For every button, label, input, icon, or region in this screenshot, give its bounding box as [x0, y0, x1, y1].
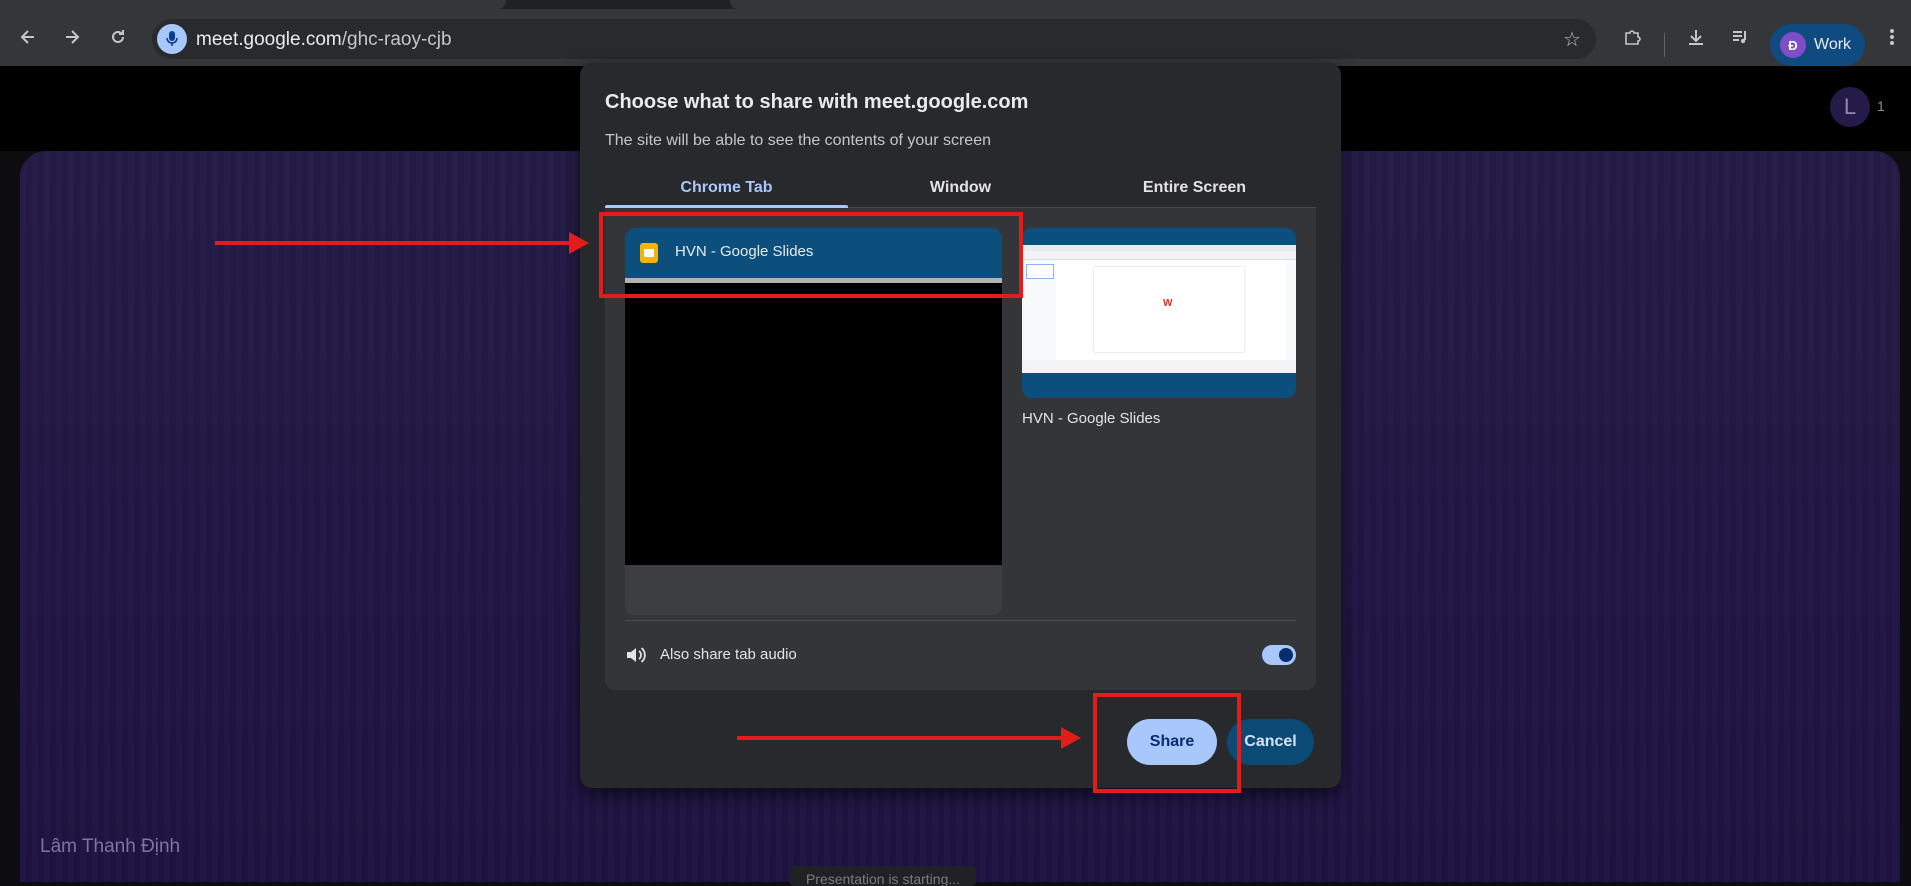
share-audio-label: Also share tab audio	[660, 646, 797, 663]
annotation-highlight-tab	[599, 212, 1023, 298]
preview-logo-icon: W	[1163, 298, 1173, 309]
media-control-icon[interactable]	[1722, 19, 1758, 55]
browser-tab[interactable]	[0, 0, 506, 9]
tab-tile[interactable]: W	[1022, 228, 1296, 398]
url-path: /ghc-raoy-cjb	[341, 29, 452, 50]
microphone-icon[interactable]	[157, 24, 187, 54]
status-toast: Presentation is starting...	[790, 866, 976, 886]
preview-footer	[1022, 360, 1296, 373]
bookmark-star-icon[interactable]: ☆	[1558, 25, 1586, 53]
profile-label: Work	[1814, 36, 1852, 53]
annotation-highlight-share	[1093, 693, 1241, 793]
self-name-label: Lâm Thanh Định	[40, 836, 181, 857]
browser-toolbar: meet.google.com/ghc-raoy-cjb ☆ Đ Work	[0, 9, 1911, 66]
url-text: meet.google.com/ghc-raoy-cjb	[196, 29, 452, 51]
more-vert-icon[interactable]	[1874, 19, 1910, 55]
url-host: meet.google.com	[196, 29, 342, 50]
share-audio-toggle[interactable]	[1262, 645, 1296, 665]
back-arrow-icon[interactable]	[10, 19, 46, 55]
preview-toolbar	[1022, 251, 1296, 260]
address-bar[interactable]: meet.google.com/ghc-raoy-cjb ☆	[152, 19, 1596, 59]
speaker-icon	[625, 644, 647, 666]
panel-divider	[625, 620, 1296, 621]
annotation-arrow-tab	[215, 232, 589, 254]
share-source-tabs: Chrome Tab Window Entire Screen	[605, 169, 1316, 208]
tab-window[interactable]: Window	[839, 169, 1082, 207]
reload-icon[interactable]	[100, 19, 136, 55]
share-screen-dialog: Choose what to share with meet.google.co…	[580, 63, 1341, 788]
browser-tab[interactable]	[730, 0, 1911, 9]
participant-count: 1	[1877, 98, 1885, 114]
tab-chrome-tab[interactable]: Chrome Tab	[605, 169, 848, 207]
dialog-title: Choose what to share with meet.google.co…	[605, 91, 1029, 113]
tab-entire-screen[interactable]: Entire Screen	[1073, 169, 1316, 207]
extensions-icon[interactable]	[1614, 19, 1650, 55]
preview-slide-thumb	[1026, 264, 1054, 279]
participant-avatar[interactable]: L	[1830, 87, 1870, 127]
tab-preview-thumbnail	[625, 283, 1002, 565]
download-icon[interactable]	[1678, 19, 1714, 55]
annotation-arrow-share	[737, 727, 1081, 749]
tab-strip	[0, 0, 1911, 9]
profile-avatar: Đ	[1780, 32, 1806, 58]
profile-button[interactable]: Đ Work	[1770, 24, 1865, 66]
tab-preview-thumbnail: W	[1022, 245, 1296, 373]
preview-side-panel	[1286, 260, 1296, 360]
dialog-subtitle: The site will be able to see the content…	[605, 132, 991, 149]
toggle-knob	[1279, 648, 1293, 662]
forward-arrow-icon[interactable]	[54, 19, 90, 55]
preview-slide-canvas: W	[1094, 267, 1244, 352]
toolbar-divider	[1664, 33, 1665, 57]
preview-slide-list	[1022, 260, 1056, 360]
tab-tile-label[interactable]: HVN - Google Slides	[1022, 410, 1160, 427]
